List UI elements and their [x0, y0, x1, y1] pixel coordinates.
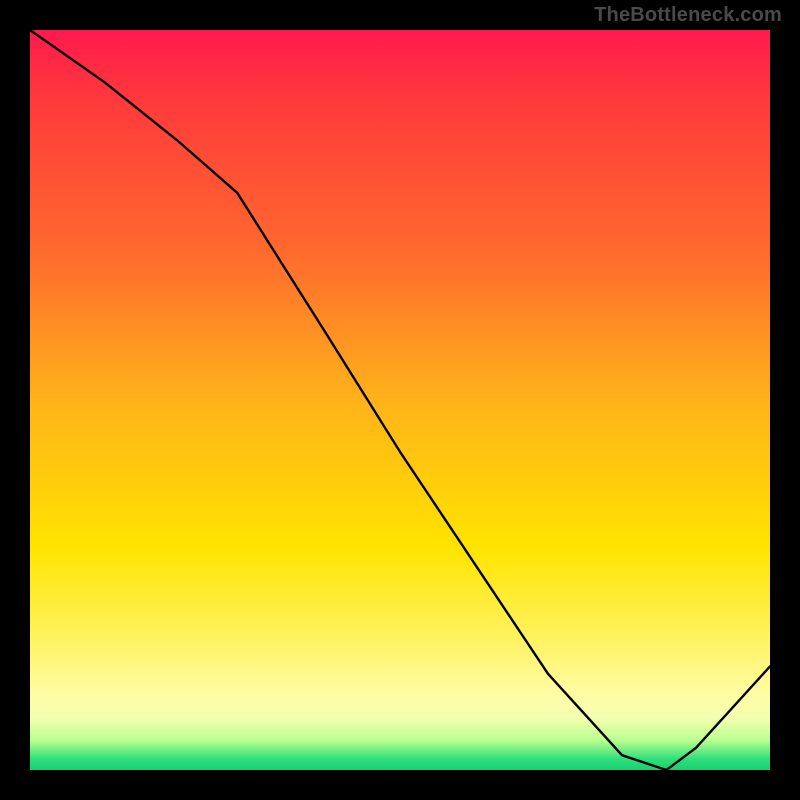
- attribution-text: TheBottleneck.com: [594, 4, 782, 27]
- bottleneck-curve: [30, 30, 770, 770]
- plot-area: [30, 30, 770, 770]
- chart-stage: TheBottleneck.com: [0, 0, 800, 800]
